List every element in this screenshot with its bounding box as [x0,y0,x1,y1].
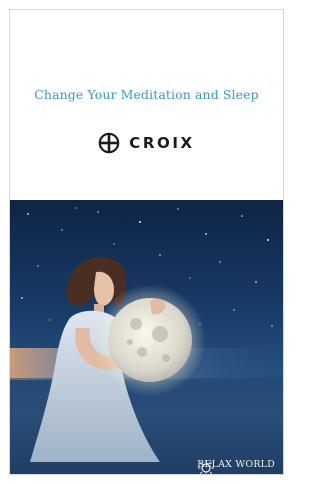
ad-headline: Change Your Meditation and Sleep [34,87,259,102]
brand-logo: CROIX [10,132,283,154]
hero-photo: RELAX WORLD [10,200,283,474]
moon [108,298,192,382]
watermark: RELAX WORLD [197,459,275,474]
brand-name: CROIX [129,134,195,152]
sun-logo-icon [198,460,215,474]
ad-card[interactable]: Change Your Meditation and Sleep CROIX R… [9,9,284,475]
cross-in-circle-icon [98,132,120,154]
woman-hugging-moon-illustration [10,207,283,474]
